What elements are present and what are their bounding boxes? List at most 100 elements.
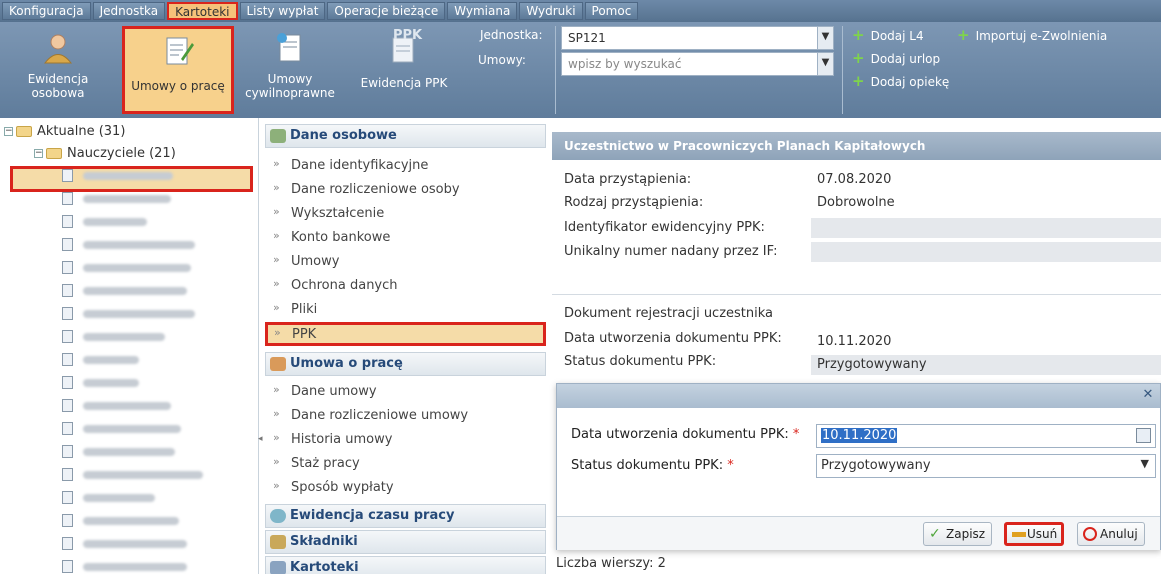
- nav-historia-umowy[interactable]: » Historia umowy: [265, 428, 546, 452]
- chevron-down-icon[interactable]: ▼: [1141, 457, 1149, 470]
- menu-jednostka[interactable]: Jednostka: [92, 2, 166, 20]
- menu-kartoteki[interactable]: Kartoteki: [167, 2, 238, 20]
- plus-icon: +: [852, 72, 865, 90]
- tree-employee-item[interactable]: [62, 214, 147, 236]
- umowy-o-prace-label: Umowy o pracę: [131, 79, 225, 93]
- toolbar: Ewidencja osobowa Umowy o pracę Umowy cy…: [0, 22, 1161, 118]
- tree-employee-item[interactable]: [62, 559, 187, 574]
- nav-dane-rozliczeniowe-osoby[interactable]: » Dane rozliczeniowe osoby: [265, 178, 546, 202]
- tree-employee-item[interactable]: [62, 421, 181, 443]
- nav-dane-identyfikacyjne[interactable]: » Dane identyfikacyjne: [265, 154, 546, 178]
- chevron-right-icon: »: [273, 205, 280, 218]
- redacted-name: [83, 171, 173, 180]
- close-icon[interactable]: ✕: [1140, 388, 1156, 404]
- document-icon: [62, 514, 73, 527]
- document-icon: [62, 399, 73, 412]
- section-kartoteki[interactable]: Kartoteki: [265, 556, 546, 574]
- tree-employee-item[interactable]: [62, 398, 171, 420]
- folder-icon: [46, 148, 62, 159]
- cancel-button[interactable]: Anuluj: [1077, 522, 1145, 546]
- nav-ppk[interactable]: » PPK: [265, 322, 546, 346]
- field-value: [811, 218, 1161, 238]
- tree-employee-item[interactable]: [62, 352, 139, 374]
- nav-konto-bankowe[interactable]: » Konto bankowe: [265, 226, 546, 250]
- document-icon: [62, 491, 73, 504]
- nav-dane-rozliczeniowe-umowy[interactable]: » Dane rozliczeniowe umowy: [265, 404, 546, 428]
- tree-employee-item[interactable]: [62, 260, 191, 282]
- tree-employee-item[interactable]: [62, 168, 173, 190]
- nav-label: Wykształcenie: [291, 206, 385, 221]
- tree-employee-item[interactable]: [62, 467, 203, 489]
- document-icon: [62, 330, 73, 343]
- tree-employee-item[interactable]: [62, 444, 175, 466]
- section-skladniki[interactable]: Składniki: [265, 530, 546, 554]
- dodaj-l4-button[interactable]: + Dodaj L4: [852, 26, 924, 44]
- tree-employee-item[interactable]: [62, 513, 179, 535]
- tree-employee-item[interactable]: [62, 191, 171, 213]
- nav-umowy[interactable]: » Umowy: [265, 250, 546, 274]
- plus-icon: +: [852, 49, 865, 67]
- redacted-name: [83, 516, 179, 525]
- umowy-search-input[interactable]: wpisz by wyszukać: [561, 52, 834, 76]
- menu-wymiana[interactable]: Wymiana: [447, 2, 518, 20]
- tree-employee-item[interactable]: [62, 283, 187, 305]
- tree-employee-item[interactable]: [62, 375, 139, 397]
- tree-employee-item[interactable]: [62, 490, 155, 512]
- nav-label: Umowy: [291, 254, 340, 269]
- umowy-o-prace-button[interactable]: Umowy o pracę: [122, 26, 234, 114]
- menu-konfiguracja[interactable]: Konfiguracja: [2, 2, 91, 20]
- menu-operacje-biezace[interactable]: Operacje bieżące: [327, 2, 446, 20]
- section-title: Dane osobowe: [290, 128, 397, 143]
- chevron-down-icon[interactable]: ▼: [817, 53, 833, 75]
- save-button[interactable]: ✓ Zapisz: [923, 522, 993, 546]
- importuj-e-zwolnienia-button[interactable]: + Importuj e-Zwolnienia: [957, 26, 1107, 44]
- nav-ochrona-danych[interactable]: » Ochrona danych: [265, 274, 546, 298]
- menu-listy-wyplat[interactable]: Listy wypłat: [239, 2, 326, 20]
- nav-pliki[interactable]: » Pliki: [265, 298, 546, 322]
- chevron-right-icon: »: [273, 407, 280, 420]
- components-icon: [270, 535, 286, 549]
- section-ewidencja-czasu-pracy[interactable]: Ewidencja czasu pracy: [265, 504, 546, 528]
- redacted-name: [83, 240, 195, 249]
- ewidencja-osobowa-button[interactable]: Ewidencja osobowa: [4, 26, 112, 114]
- required-mark: *: [727, 458, 734, 473]
- document-icon: [62, 560, 73, 573]
- section-dane-osobowe[interactable]: Dane osobowe: [265, 124, 546, 148]
- ewidencja-ppk-button[interactable]: PPK Ewidencja PPK: [355, 26, 453, 114]
- tree-employee-item[interactable]: [62, 237, 195, 259]
- section-title: Kartoteki: [290, 560, 359, 574]
- section-umowa-o-prace[interactable]: Umowa o pracę: [265, 352, 546, 376]
- tree-employee-item[interactable]: [62, 329, 165, 351]
- jednostka-select[interactable]: SP121: [561, 26, 834, 50]
- divider: [552, 294, 1161, 295]
- redacted-name: [83, 447, 175, 456]
- document-icon: [62, 192, 73, 205]
- tree-node-aktualne[interactable]: − Aktualne (31): [4, 124, 125, 146]
- delete-label: Usuń: [1027, 527, 1058, 541]
- tree-employee-item[interactable]: [62, 536, 187, 558]
- menu-pomoc[interactable]: Pomoc: [584, 2, 639, 20]
- collapse-panel-handle[interactable]: ◂: [258, 434, 263, 444]
- nav-sposob-wyplaty[interactable]: » Sposób wypłaty: [265, 476, 546, 500]
- section-navigation: Dane osobowe » Dane identyfikacyjne » Dane…: [265, 124, 546, 574]
- document-icon: [62, 169, 73, 182]
- nav-wyksztalcenie[interactable]: » Wykształcenie: [265, 202, 546, 226]
- date-input[interactable]: 10.11.2020: [816, 424, 1156, 448]
- collapse-icon[interactable]: −: [4, 127, 13, 136]
- menu-wydruki[interactable]: Wydruki: [519, 2, 583, 20]
- nav-staz-pracy[interactable]: » Staż pracy: [265, 452, 546, 476]
- chevron-down-icon[interactable]: ▼: [817, 27, 833, 49]
- delete-button[interactable]: Usuń: [1004, 522, 1065, 546]
- document-icon: [62, 307, 73, 320]
- jednostka-label: Jednostka:: [480, 28, 543, 42]
- date-label: Data utworzenia dokumentu PPK: *: [571, 427, 799, 442]
- nav-dane-umowy[interactable]: » Dane umowy: [265, 380, 546, 404]
- dodaj-urlop-button[interactable]: + Dodaj urlop: [852, 49, 940, 67]
- tree-employee-item[interactable]: [62, 306, 195, 328]
- tree-node-nauczyciele[interactable]: − Nauczyciele (21): [34, 146, 176, 168]
- umowy-cywilnoprawne-button[interactable]: Umowy cywilnoprawne: [240, 26, 340, 114]
- collapse-icon[interactable]: −: [34, 149, 43, 158]
- calendar-icon[interactable]: [1136, 428, 1151, 443]
- dodaj-opieke-button[interactable]: + Dodaj opiekę: [852, 72, 949, 90]
- status-select[interactable]: Przygotowywany ▼: [816, 454, 1156, 478]
